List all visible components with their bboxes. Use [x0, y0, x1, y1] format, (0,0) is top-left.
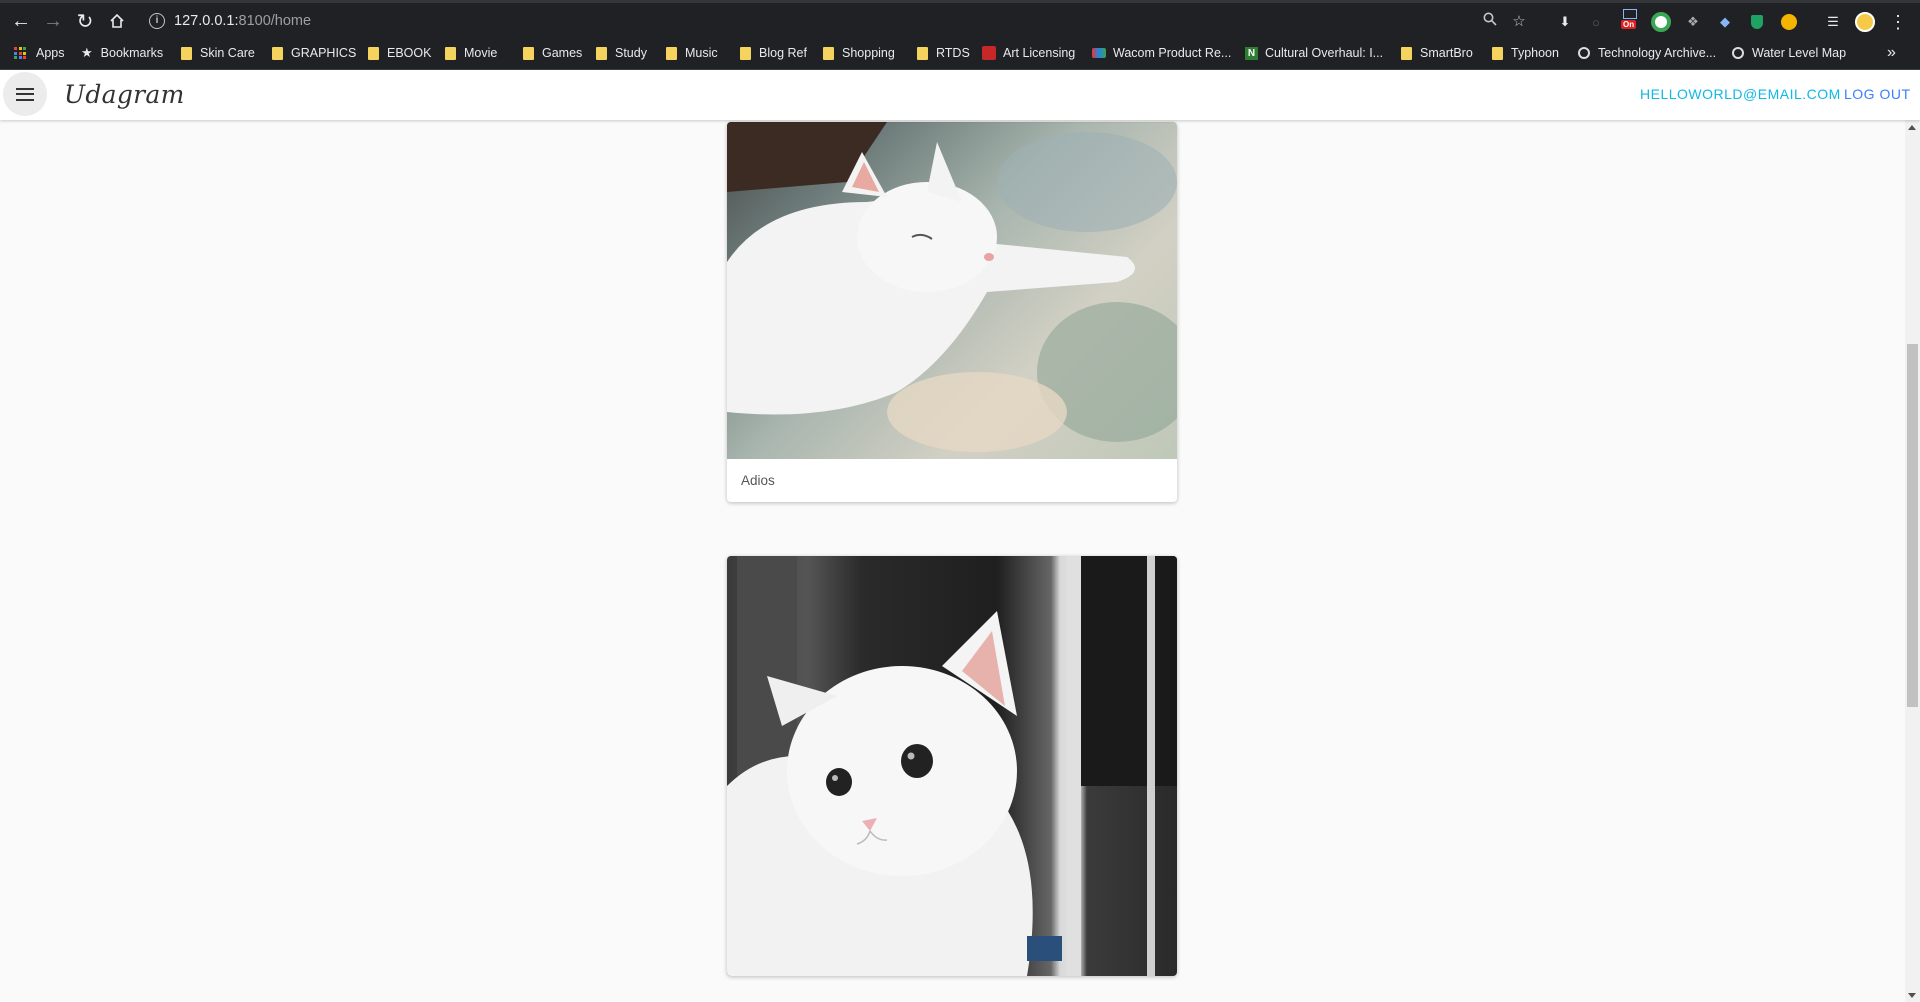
coin-icon[interactable]: [1778, 11, 1800, 33]
bookmark-movie[interactable]: Movie: [445, 43, 497, 63]
folder-icon: [596, 46, 607, 60]
bookmark-label: Technology Archive...: [1598, 46, 1717, 60]
bookmark-music[interactable]: Music: [666, 43, 718, 63]
folder-icon: [823, 46, 834, 60]
bookmark-label: EBOOK: [387, 46, 432, 60]
chrome-extension-icon[interactable]: [1650, 11, 1672, 33]
diamond-icon[interactable]: ◆: [1714, 11, 1736, 33]
bookmark-ebook[interactable]: EBOOK: [368, 43, 431, 63]
home-icon[interactable]: [104, 8, 130, 34]
bookmark-cultural-overhaul-i[interactable]: N Cultural Overhaul: I...: [1245, 43, 1383, 63]
browser-toolbar: ← → ↻ i 127.0.0.1:8100/home ☆ ⬇ ○ On ❖ ◆…: [0, 0, 1920, 37]
app-title: Udagram: [64, 80, 185, 109]
globe-icon: [1732, 47, 1744, 59]
bookmark-label: RTDS: [936, 46, 970, 60]
bookmark-label: SmartBro: [1420, 46, 1473, 60]
on-badge: On: [1621, 20, 1637, 29]
bookmarks-bar: Apps ★ Bookmarks Skin Care GRAPHICS EBOOK Movi…: [0, 37, 1920, 70]
folder-icon: [740, 46, 751, 60]
bookmark-shopping[interactable]: Shopping: [823, 43, 895, 63]
bookmark-label: Water Level Map: [1752, 46, 1847, 60]
bookmark-label: Music: [685, 46, 718, 60]
wacom-icon: [1092, 48, 1106, 58]
bookmark-label: Typhoon: [1511, 46, 1559, 60]
bookmark-label: Wacom Product Re...: [1113, 46, 1232, 60]
folder-icon: [181, 46, 192, 60]
globe-icon: [1578, 47, 1590, 59]
bookmark-label: GRAPHICS: [291, 46, 357, 60]
feed: Adios: [0, 120, 1905, 1002]
scrollbar[interactable]: [1905, 120, 1920, 1002]
bookmark-label: Games: [542, 46, 583, 60]
bookmark-bookmarks[interactable]: ★ Bookmarks: [81, 43, 163, 63]
apps-grid-icon: [14, 47, 26, 59]
bookmark-wacom-product-re[interactable]: Wacom Product Re...: [1092, 43, 1231, 63]
card-caption: Adios: [741, 473, 775, 488]
address-bar[interactable]: i 127.0.0.1:8100/home ☆: [143, 7, 1542, 36]
hamburger-line: [16, 87, 34, 90]
bookmark-smartbro[interactable]: SmartBro: [1401, 43, 1473, 63]
bookmark-label: Movie: [464, 46, 498, 60]
more-bookmarks-icon[interactable]: »: [1887, 43, 1896, 63]
bookmark-graphics[interactable]: GRAPHICS: [272, 43, 356, 63]
bookmark-star-icon[interactable]: ☆: [1509, 12, 1529, 32]
art-licensing-icon: [982, 46, 996, 60]
extension-on-icon[interactable]: On: [1620, 9, 1642, 33]
feed-card: [727, 556, 1177, 976]
bookmark-skin-care[interactable]: Skin Care: [181, 43, 255, 63]
bookmark-apps[interactable]: Apps: [14, 43, 65, 63]
bookmark-label: Art Licensing: [1003, 46, 1076, 60]
user-email-link[interactable]: HELLOWORLD@EMAIL.COM: [1640, 86, 1841, 102]
cat-photo: [727, 556, 1177, 976]
folder-icon: [272, 46, 283, 60]
feed-card: Adios: [727, 122, 1177, 502]
download-icon[interactable]: ⬇: [1554, 11, 1576, 33]
bookmark-label: Apps: [36, 46, 65, 60]
extension-disabled-icon[interactable]: ○: [1585, 11, 1607, 33]
bookmark-label: Study: [615, 46, 647, 60]
n-logo-icon: N: [1245, 46, 1258, 60]
back-arrow-icon[interactable]: ←: [8, 8, 34, 34]
logout-button[interactable]: LOG OUT: [1844, 86, 1911, 102]
bookmark-rtds[interactable]: RTDS: [917, 43, 970, 63]
bookmark-label: Cultural Overhaul: I...: [1265, 46, 1384, 60]
menu-button[interactable]: [3, 72, 47, 116]
scroll-down-arrow-icon[interactable]: [1908, 993, 1916, 998]
bookmark-art-licensing[interactable]: Art Licensing: [982, 43, 1075, 63]
scrollbar-thumb[interactable]: [1907, 344, 1918, 707]
profile-avatar-icon[interactable]: [1854, 11, 1876, 33]
star-icon: ★: [81, 45, 93, 60]
bookmark-games[interactable]: Games: [523, 43, 582, 63]
folder-icon: [1401, 46, 1412, 60]
bookmark-blog-ref[interactable]: Blog Ref: [740, 43, 807, 63]
folder-icon: [445, 46, 456, 60]
app-header: Udagram HELLOWORLD@EMAIL.COM LOG OUT: [0, 70, 1920, 120]
bookmark-label: Blog Ref: [759, 46, 807, 60]
folder-icon: [523, 46, 534, 60]
scroll-up-arrow-icon[interactable]: [1908, 125, 1916, 130]
bookmark-label: Shopping: [842, 46, 895, 60]
hamburger-line: [16, 98, 34, 101]
zoom-icon[interactable]: [1480, 12, 1500, 32]
bookmark-typhoon[interactable]: Typhoon: [1492, 43, 1559, 63]
bookmark-label: Skin Care: [200, 46, 255, 60]
folder-icon: [1492, 46, 1503, 60]
url-text[interactable]: 127.0.0.1:8100/home: [174, 13, 311, 29]
reading-list-icon[interactable]: ☰: [1822, 11, 1844, 33]
bookmark-study[interactable]: Study: [596, 43, 647, 63]
bookmark-technology-archive[interactable]: Technology Archive...: [1578, 43, 1716, 63]
reload-icon[interactable]: ↻: [72, 8, 98, 34]
cat-photo: [727, 122, 1177, 459]
forward-arrow-icon[interactable]: →: [40, 8, 66, 34]
shield-icon[interactable]: [1746, 11, 1768, 33]
hamburger-line: [16, 93, 34, 95]
folder-icon: [368, 46, 379, 60]
bookmark-water-level-map[interactable]: Water Level Map: [1732, 43, 1846, 63]
dropbox-icon[interactable]: ❖: [1682, 11, 1704, 33]
folder-icon: [917, 46, 928, 60]
bookmark-label: Bookmarks: [100, 46, 164, 60]
folder-icon: [666, 46, 677, 60]
browser-menu-icon[interactable]: ⋮: [1887, 11, 1909, 33]
site-info-icon[interactable]: i: [149, 13, 165, 29]
